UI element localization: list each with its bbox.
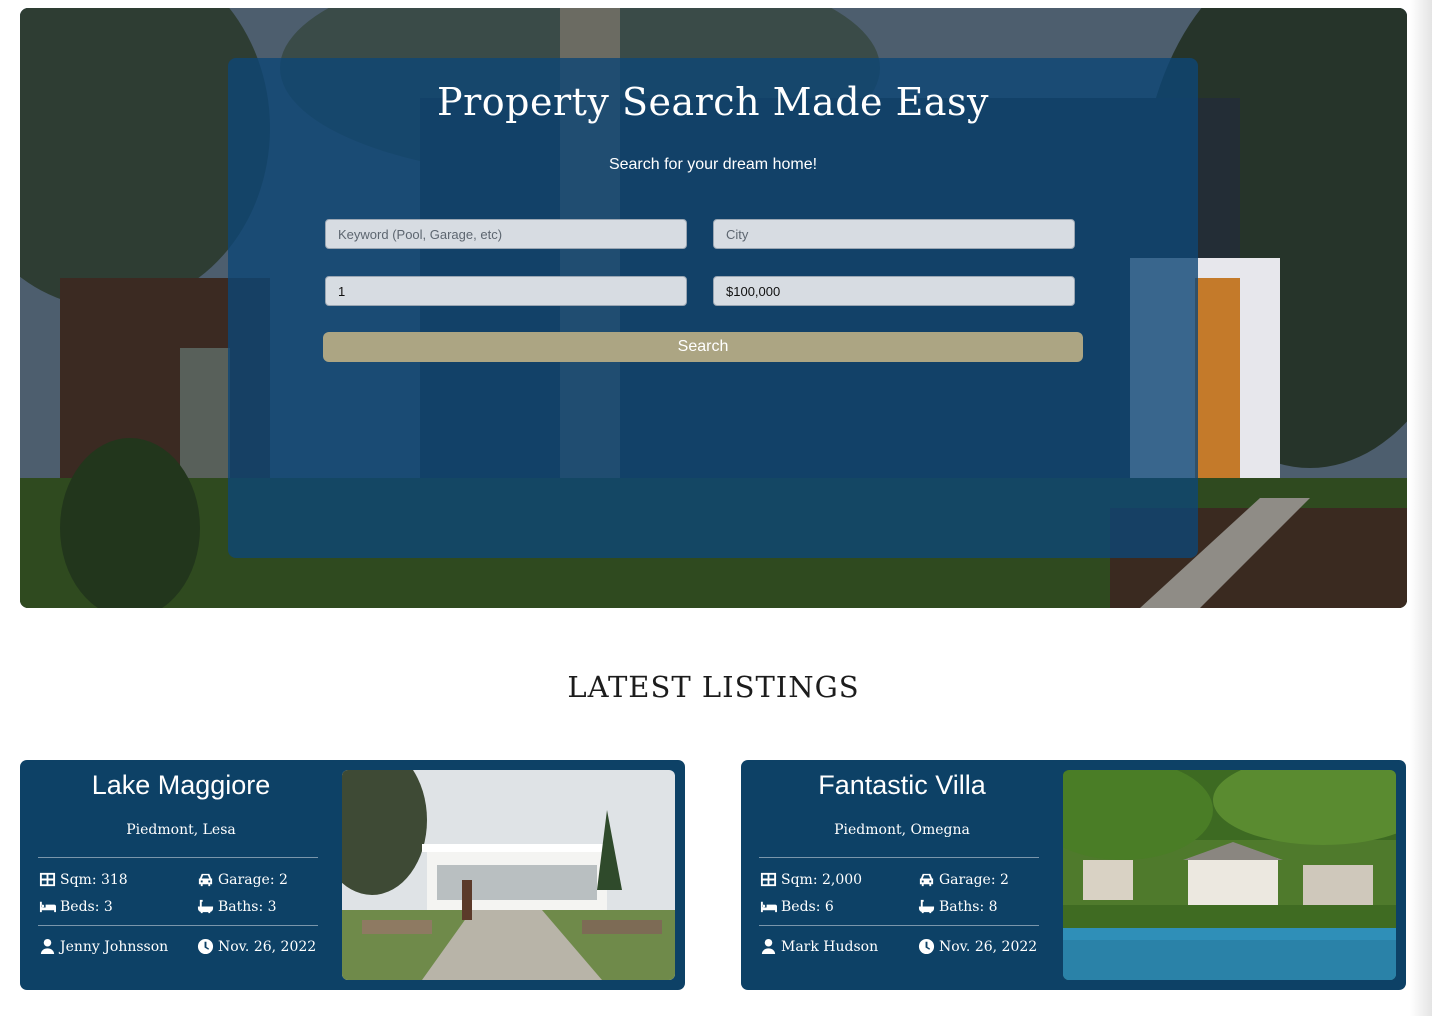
sqm-label: Sqm: 2,000 — [781, 871, 863, 888]
listing-location: Piedmont, Omegna — [834, 822, 970, 838]
keyword-input[interactable] — [325, 219, 687, 249]
clock-icon — [918, 938, 935, 955]
listing-date: Nov. 26, 2022 — [218, 938, 317, 955]
villa-photo — [342, 770, 675, 980]
clock-icon — [197, 938, 214, 955]
date-stat: Nov. 26, 2022 — [197, 938, 316, 955]
sqm-stat: Sqm: 2,000 — [760, 871, 862, 888]
car-icon — [919, 873, 934, 887]
scrollbar-edge — [1410, 0, 1432, 1016]
listing-info: Lake Maggiore Piedmont, Lesa Sqm: 318 Ga… — [20, 760, 342, 990]
sqm-stat: Sqm: 318 — [39, 871, 128, 888]
hero-subtitle: Search for your dream home! — [608, 156, 818, 173]
listing-card[interactable]: Fantastic Villa Piedmont, Omegna Sqm: 2,… — [741, 760, 1406, 990]
listing-title[interactable]: Lake Maggiore — [20, 770, 342, 801]
bath-icon — [197, 899, 214, 914]
divider — [38, 857, 318, 858]
listing-location: Piedmont, Lesa — [126, 822, 236, 838]
date-stat: Nov. 26, 2022 — [918, 938, 1037, 955]
price-input[interactable] — [713, 276, 1075, 306]
garage-stat: Garage: 2 — [197, 871, 288, 888]
search-button[interactable]: Search — [323, 332, 1083, 362]
bedrooms-input[interactable] — [325, 276, 687, 306]
divider — [38, 925, 318, 926]
garage-label: Garage: 2 — [939, 871, 1009, 888]
beds-stat: Beds: 3 — [39, 898, 113, 915]
search-panel: Property Search Made Easy Search for you… — [228, 58, 1198, 558]
listing-date: Nov. 26, 2022 — [939, 938, 1038, 955]
listing-card[interactable]: Lake Maggiore Piedmont, Lesa Sqm: 318 Ga… — [20, 760, 685, 990]
baths-label: Baths: 8 — [939, 898, 998, 915]
agent-stat: Mark Hudson — [760, 938, 878, 955]
beds-label: Beds: 3 — [60, 898, 113, 915]
car-icon — [198, 873, 213, 887]
baths-stat: Baths: 3 — [197, 898, 277, 915]
city-input[interactable] — [713, 219, 1075, 249]
bath-icon — [918, 899, 935, 914]
grid-icon — [760, 872, 777, 887]
garage-stat: Garage: 2 — [918, 871, 1009, 888]
grid-icon — [39, 872, 56, 887]
latest-listings-heading: LATEST LISTINGS — [567, 670, 860, 704]
agent-stat: Jenny Johnsson — [39, 938, 168, 955]
baths-label: Baths: 3 — [218, 898, 277, 915]
divider — [759, 925, 1039, 926]
agent-name: Jenny Johnsson — [60, 938, 169, 955]
bed-icon — [39, 901, 56, 913]
hero-title: Property Search Made Easy — [437, 80, 989, 124]
user-icon — [761, 938, 776, 955]
lakeside-photo — [1063, 770, 1396, 980]
beds-stat: Beds: 6 — [760, 898, 834, 915]
divider — [759, 857, 1039, 858]
listing-title[interactable]: Fantastic Villa — [741, 770, 1063, 801]
beds-label: Beds: 6 — [781, 898, 834, 915]
listing-photo[interactable] — [342, 770, 675, 980]
sqm-label: Sqm: 318 — [60, 871, 128, 888]
bed-icon — [760, 901, 777, 913]
agent-name: Mark Hudson — [781, 938, 879, 955]
hero-banner: Property Search Made Easy Search for you… — [20, 8, 1407, 608]
baths-stat: Baths: 8 — [918, 898, 998, 915]
user-icon — [40, 938, 55, 955]
garage-label: Garage: 2 — [218, 871, 288, 888]
listing-photo[interactable] — [1063, 770, 1396, 980]
listing-info: Fantastic Villa Piedmont, Omegna Sqm: 2,… — [741, 760, 1063, 990]
